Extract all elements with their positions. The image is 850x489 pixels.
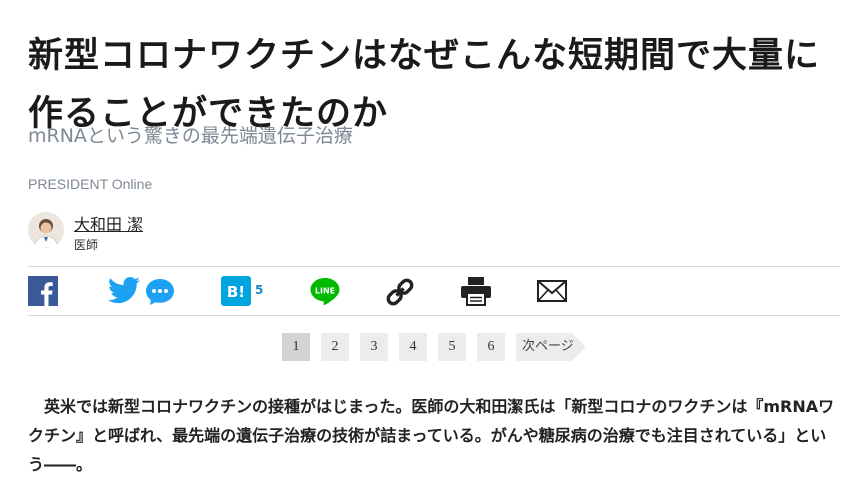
article-subtitle: mRNAという驚きの最先端遺伝子治療 [28,125,353,147]
divider-top [28,266,840,267]
page-link-5[interactable]: 5 [438,333,466,361]
twitter-icon[interactable] [107,276,141,306]
article-lead: 英米では新型コロナワクチンの接種がはじまった。医師の大和田潔氏は「新型コロナのワ… [28,397,835,474]
article-source[interactable]: PRESIDENT Online [28,176,152,192]
page-link-4[interactable]: 4 [399,333,427,361]
author-avatar[interactable] [28,212,64,248]
mail-icon[interactable] [536,276,568,306]
article-page: 新型コロナワクチンはなぜこんな短期間で大量に作ることができたのか mRNAという… [0,0,850,489]
next-page-button[interactable]: 次ページ [516,333,586,361]
page-link-1[interactable]: 1 [282,333,310,361]
page-link-3[interactable]: 3 [360,333,388,361]
author-photo-icon [28,212,64,248]
svg-text:LINE: LINE [315,287,335,296]
chat-bubble-icon[interactable] [144,276,176,306]
page-link-6[interactable]: 6 [477,333,505,361]
share-bar: B! 5 LINE [28,270,840,314]
facebook-icon[interactable] [28,276,58,306]
line-icon[interactable]: LINE [309,276,341,306]
link-icon[interactable] [384,276,416,306]
page-link-2[interactable]: 2 [321,333,349,361]
print-icon[interactable] [460,276,492,306]
author-name[interactable]: 大和田 潔 [74,211,143,235]
hatena-count: 5 [255,283,264,297]
divider-bottom [28,315,840,316]
author-role: 医師 [74,238,99,252]
hatena-bookmark-icon[interactable]: B! [221,276,251,306]
svg-text:B!: B! [227,283,245,301]
